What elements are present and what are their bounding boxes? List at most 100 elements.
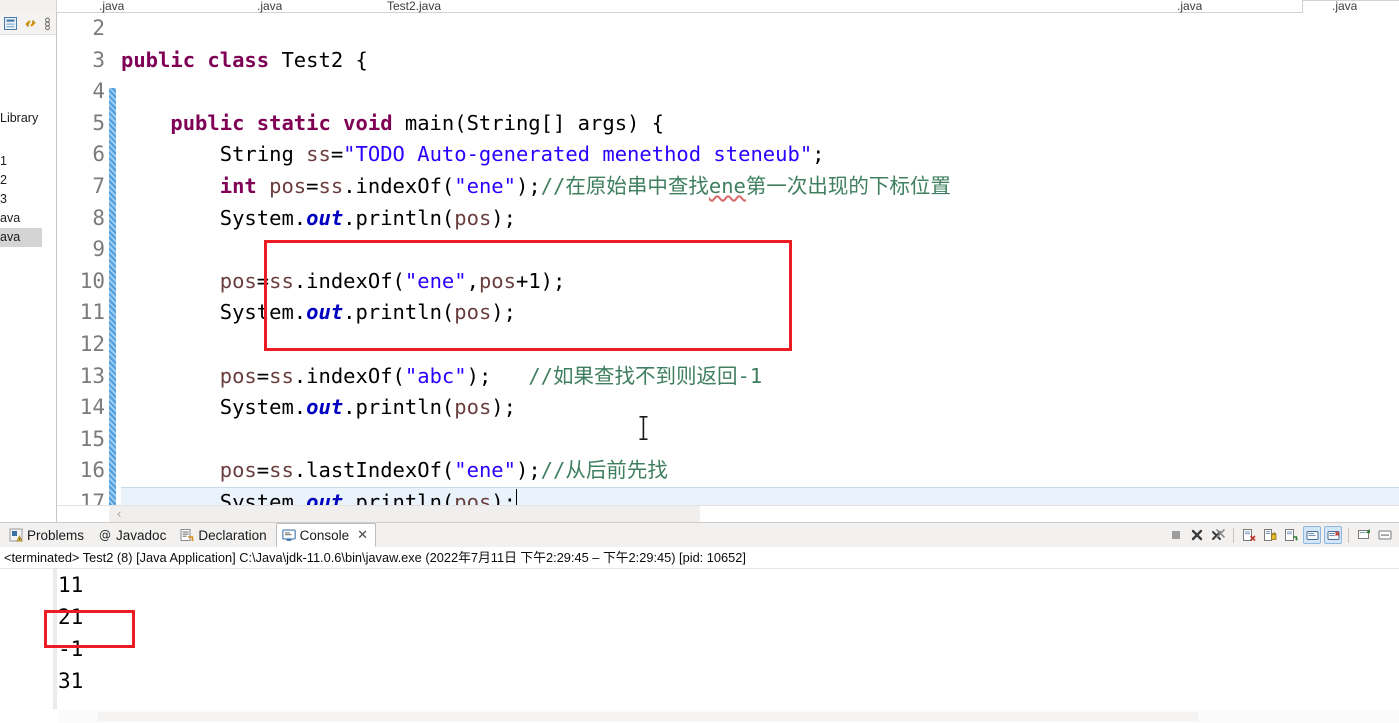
package-explorer-toolbar[interactable] bbox=[0, 13, 56, 35]
view-tabs[interactable]: Problems @ Javadoc Declaration Console ✕ bbox=[0, 523, 377, 547]
terminate-button[interactable] bbox=[1167, 526, 1185, 544]
scroll-left-arrow-icon[interactable]: ‹ bbox=[109, 507, 129, 521]
line-number: 17 bbox=[79, 489, 105, 505]
code-line-3[interactable]: public class Test2 { bbox=[121, 45, 1399, 77]
console-left-rule bbox=[53, 569, 57, 709]
collapse-all-icon[interactable] bbox=[3, 16, 18, 31]
line-number: 16 bbox=[79, 458, 105, 483]
console-horizontal-scrollbar[interactable] bbox=[58, 710, 1399, 723]
java-editor[interactable]: 2 3 4 5 ⊖ 6 7 8 9 10 11 12 13 14 1 bbox=[57, 13, 1399, 522]
eclipse-window: .java .java Test2.java .java .java Libra… bbox=[0, 0, 1399, 723]
code-line-2[interactable] bbox=[121, 13, 1399, 45]
scrollbar-right-filler bbox=[700, 506, 1399, 522]
line-number: 15 bbox=[79, 426, 105, 451]
tab-label: Problems bbox=[27, 527, 85, 543]
tree-item-1[interactable]: 1 bbox=[0, 152, 56, 171]
toolbar-separator bbox=[1233, 527, 1234, 543]
tree-item-label: ava bbox=[0, 230, 21, 244]
line-number-text: 5 bbox=[92, 110, 105, 135]
line-number: 10 bbox=[79, 268, 105, 293]
scrollbar-thumb[interactable] bbox=[98, 712, 1198, 721]
code-line-12[interactable] bbox=[121, 329, 1399, 361]
close-icon[interactable]: ✕ bbox=[357, 528, 368, 543]
text-caret bbox=[515, 488, 517, 505]
display-selected-console-button[interactable] bbox=[1376, 526, 1394, 544]
console-output-line-highlighted: 21 bbox=[58, 605, 84, 629]
tab-console[interactable]: Console ✕ bbox=[275, 523, 377, 547]
scrollbar-left-pad bbox=[57, 506, 109, 522]
tree-item-library[interactable]: Library bbox=[0, 109, 56, 128]
tree-item-label: 1 bbox=[0, 154, 7, 168]
tree-item-last[interactable] bbox=[0, 247, 56, 266]
line-number-ruler: 2 3 4 5 ⊖ 6 7 8 9 10 11 12 13 14 1 bbox=[57, 13, 117, 505]
line-number: 6 bbox=[92, 142, 105, 167]
remove-all-terminated-button[interactable] bbox=[1209, 526, 1227, 544]
code-line-14[interactable]: System.out.println(pos); bbox=[121, 392, 1399, 424]
code-line-8[interactable]: System.out.println(pos); bbox=[121, 203, 1399, 235]
line-number: 14 bbox=[79, 395, 105, 420]
line-number: 13 bbox=[79, 363, 105, 388]
console-tab-bar[interactable]: Problems @ Javadoc Declaration Console ✕ bbox=[0, 523, 1399, 547]
tree-item-java-file-2-selected[interactable]: ava bbox=[0, 228, 42, 247]
code-line-9[interactable] bbox=[121, 234, 1399, 266]
toolbar-separator-2 bbox=[1348, 527, 1349, 543]
link-with-editor-icon[interactable] bbox=[23, 16, 38, 31]
tree-item-3[interactable]: 3 bbox=[0, 190, 56, 209]
tab-label: Javadoc bbox=[116, 527, 167, 543]
tree-item-label: ava bbox=[0, 211, 21, 225]
console-toolbar[interactable] bbox=[1167, 523, 1399, 547]
code-line-16[interactable]: pos=ss.lastIndexOf("ene");//从后前先找 bbox=[121, 455, 1399, 487]
code-line-10[interactable]: pos=ss.indexOf("ene",pos+1); bbox=[121, 266, 1399, 298]
pin-console-button[interactable] bbox=[1355, 526, 1373, 544]
tree-item-java-file-1[interactable]: ava bbox=[0, 209, 56, 228]
scroll-lock-button[interactable] bbox=[1261, 526, 1279, 544]
tab-label: Declaration bbox=[198, 527, 267, 543]
package-explorer-tree[interactable]: Library 1 2 3 ava ava bbox=[0, 35, 56, 266]
javadoc-icon: @ bbox=[98, 528, 112, 542]
package-explorer-view[interactable]: Library 1 2 3 ava ava bbox=[0, 13, 57, 522]
code-line-11[interactable]: System.out.println(pos); bbox=[121, 297, 1399, 329]
tree-item-label: 2 bbox=[0, 173, 7, 187]
svg-text:@: @ bbox=[99, 528, 111, 542]
tab-problems[interactable]: Problems bbox=[4, 523, 91, 547]
problems-icon bbox=[9, 528, 23, 542]
code-line-7[interactable]: int pos=ss.indexOf("ene");//在原始串中查找ene第一… bbox=[121, 171, 1399, 203]
tab-javadoc[interactable]: @ Javadoc bbox=[93, 523, 173, 547]
console-output-line: -1 bbox=[58, 637, 84, 661]
code-line-17[interactable]: System.out.println(pos); bbox=[121, 486, 1399, 505]
console-view[interactable]: Problems @ Javadoc Declaration Console ✕… bbox=[0, 522, 1399, 723]
code-line-6[interactable]: String ss="TODO Auto-generated menethod … bbox=[121, 139, 1399, 171]
console-output-line: 31 bbox=[58, 669, 84, 693]
code-text-area[interactable]: public class Test2 { public static void … bbox=[109, 13, 1399, 505]
editor-tabs-cropped[interactable]: .java .java Test2.java .java .java bbox=[57, 0, 1399, 13]
code-line-15[interactable] bbox=[121, 424, 1399, 456]
word-wrap-button[interactable] bbox=[1282, 526, 1300, 544]
show-console-on-error-button[interactable] bbox=[1324, 526, 1342, 544]
tree-item-label: 3 bbox=[0, 192, 7, 206]
editor-horizontal-scrollbar[interactable]: ‹ bbox=[57, 505, 1399, 522]
show-console-on-output-button[interactable] bbox=[1303, 526, 1321, 544]
editor-body[interactable]: 2 3 4 5 ⊖ 6 7 8 9 10 11 12 13 14 1 bbox=[57, 13, 1399, 505]
code-line-4[interactable] bbox=[121, 76, 1399, 108]
clear-console-button[interactable] bbox=[1240, 526, 1258, 544]
code-line-13[interactable]: pos=ss.indexOf("abc"); //如果查找不到则返回-1 bbox=[121, 361, 1399, 393]
code-line-5[interactable]: public static void main(String[] args) { bbox=[121, 108, 1399, 140]
console-icon bbox=[281, 528, 296, 542]
editor-tab-strip: .java .java Test2.java .java .java bbox=[0, 0, 1399, 13]
tab-strip-left-filler bbox=[0, 0, 57, 13]
console-output[interactable]: 11 21 -1 31 bbox=[0, 569, 1399, 723]
view-menu-icon[interactable] bbox=[43, 16, 56, 31]
tab-label: Console bbox=[299, 527, 350, 543]
tree-item-2[interactable]: 2 bbox=[0, 171, 56, 190]
line-number: 5 ⊖ bbox=[57, 108, 116, 140]
remove-launch-button[interactable] bbox=[1188, 526, 1206, 544]
line-number: 12 bbox=[79, 331, 105, 356]
line-number: 4 bbox=[92, 79, 105, 104]
main-area: Library 1 2 3 ava ava 2 3 4 5 6 7 8 9 10… bbox=[0, 13, 1399, 522]
line-number: 7 bbox=[92, 173, 105, 198]
line-number: 2 bbox=[92, 16, 105, 40]
declaration-icon bbox=[180, 528, 195, 542]
tab-declaration[interactable]: Declaration bbox=[175, 523, 273, 547]
line-number: 3 bbox=[92, 47, 105, 72]
line-number: 8 bbox=[92, 205, 105, 230]
